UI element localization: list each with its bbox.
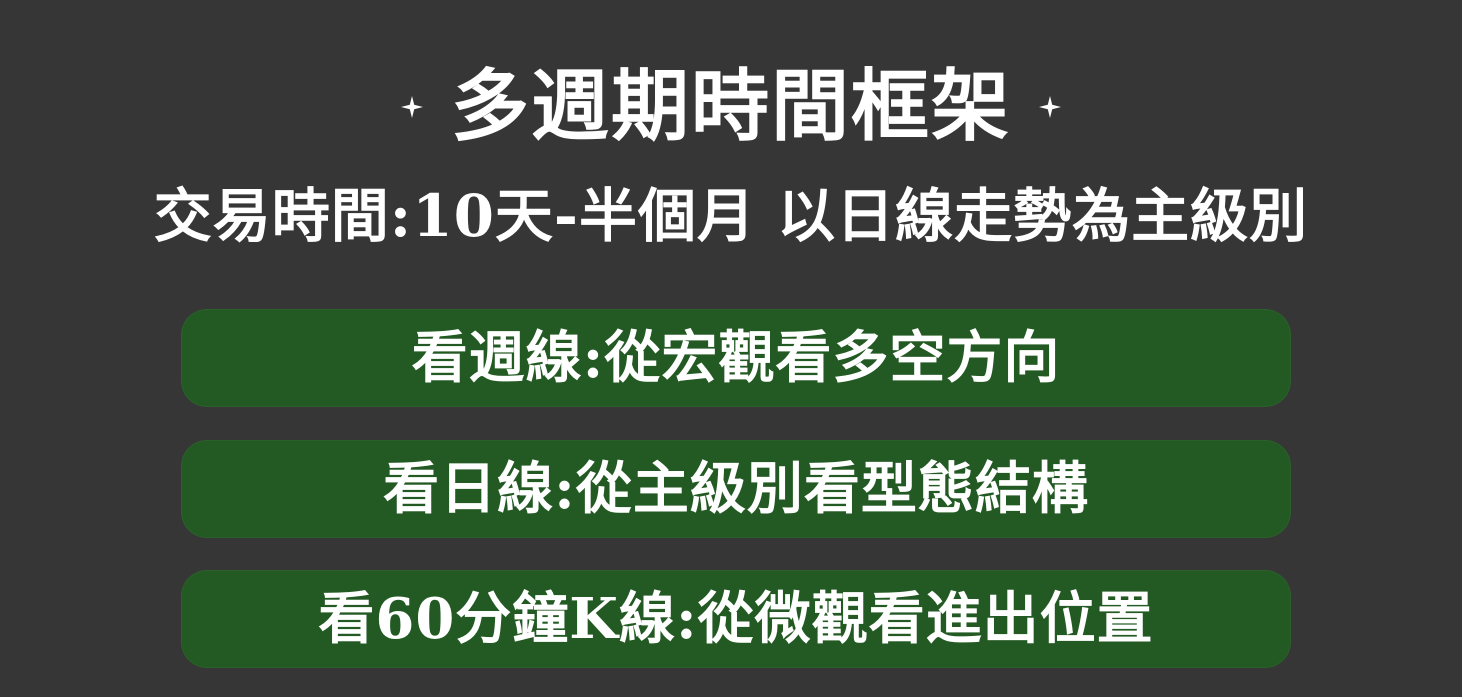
bar-60min: 看60分鐘K線:從微觀看進出位置 (181, 570, 1291, 668)
bar-daily-text: 看日線:從主級別看型態結構 (383, 456, 1089, 522)
page-title: 多週期時間框架 (450, 61, 1011, 152)
bar-weekly-text: 看週線:從宏觀看多空方向 (411, 325, 1061, 391)
title-row: 多週期時間框架 (0, 52, 1462, 162)
bar-weekly: 看週線:從宏觀看多空方向 (181, 309, 1291, 407)
bar-daily: 看日線:從主級別看型態結構 (181, 440, 1291, 538)
sparkle-icon-left (400, 96, 423, 118)
subtitle: 交易時間:10天-半個月 以日線走勢為主級別 (153, 182, 1309, 250)
bar-60min-text: 看60分鐘K線:從微觀看進出位置 (318, 586, 1154, 652)
sparkle-icon-right (1039, 96, 1061, 118)
